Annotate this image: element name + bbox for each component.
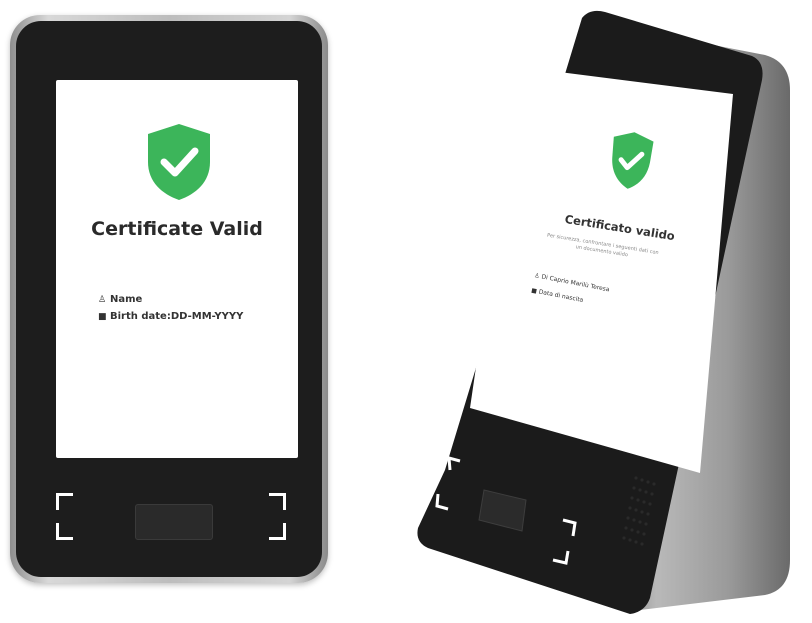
shield-check-icon bbox=[612, 132, 654, 189]
angled-device: Certificato valido Per sicurezza, confro… bbox=[0, 0, 812, 623]
angled-device-body bbox=[417, 10, 790, 615]
